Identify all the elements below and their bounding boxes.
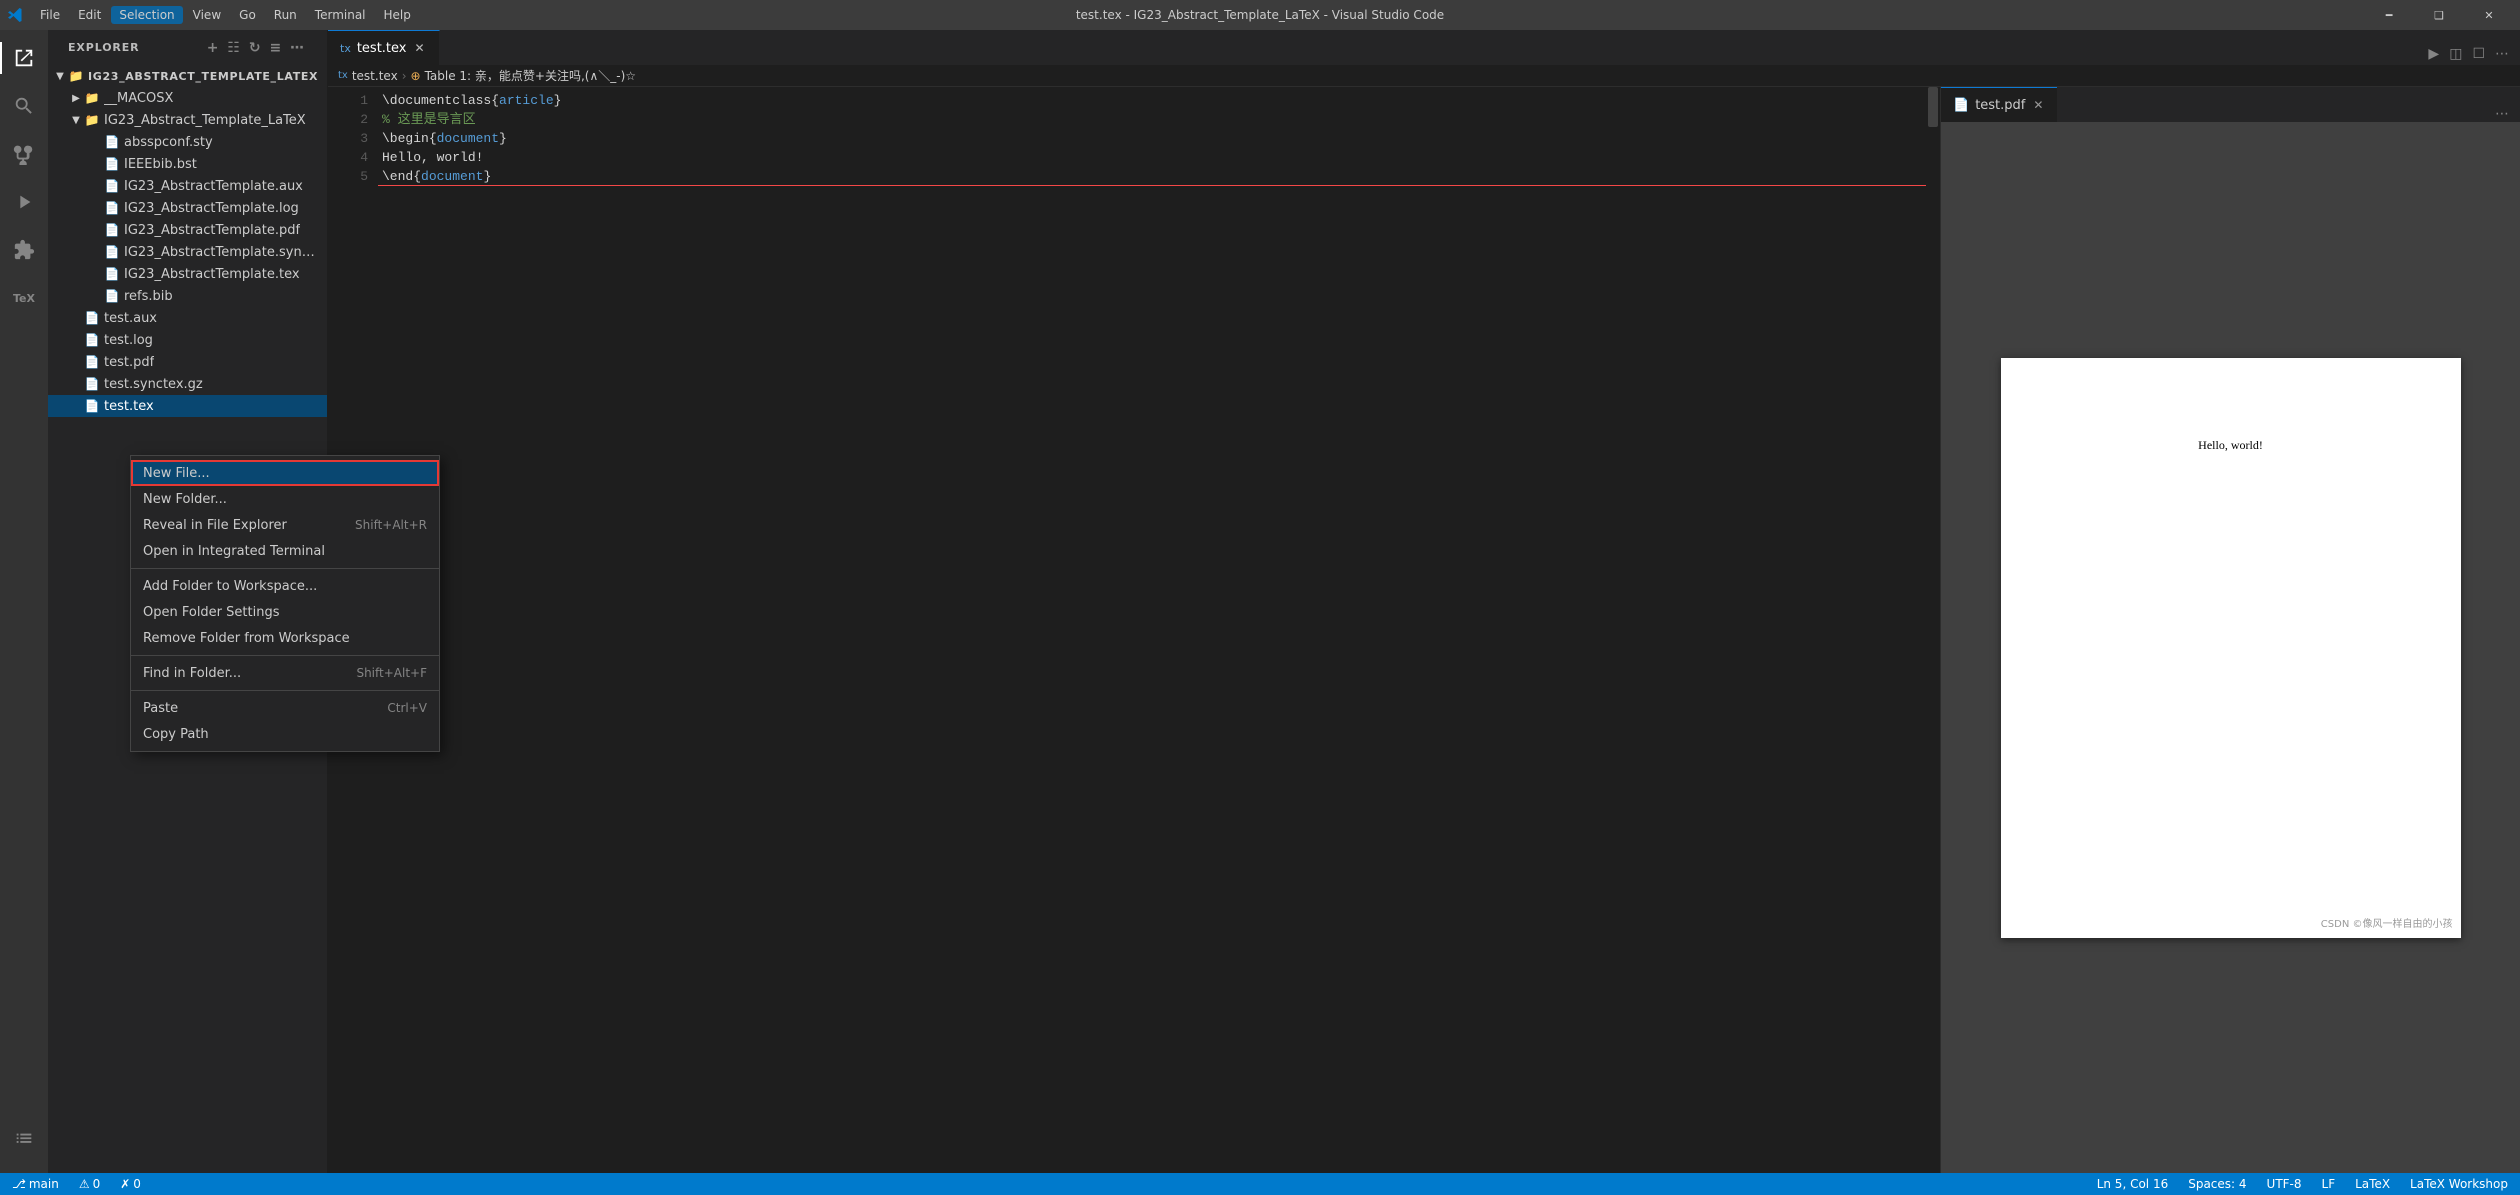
context-item-remove-folder[interactable]: Remove Folder from Workspace: [131, 625, 439, 651]
terminal-label: Open in Integrated Terminal: [143, 544, 325, 559]
find-folder-shortcut: Shift+Alt+F: [356, 666, 427, 680]
reveal-label: Reveal in File Explorer: [143, 518, 287, 533]
folder-settings-label: Open Folder Settings: [143, 605, 279, 620]
context-sep-2: [131, 655, 439, 656]
context-item-new-folder[interactable]: New Folder...: [131, 486, 439, 512]
context-menu: New File... New Folder... Reveal in File…: [130, 455, 440, 752]
reveal-shortcut: Shift+Alt+R: [355, 518, 427, 532]
context-item-copy-path[interactable]: Copy Path: [131, 721, 439, 747]
new-folder-label: New Folder...: [143, 492, 227, 507]
context-sep-1: [131, 568, 439, 569]
context-item-folder-settings[interactable]: Open Folder Settings: [131, 599, 439, 625]
context-item-terminal[interactable]: Open in Integrated Terminal: [131, 538, 439, 564]
paste-label: Paste: [143, 701, 178, 716]
add-folder-label: Add Folder to Workspace...: [143, 579, 317, 594]
new-file-label: New File...: [143, 466, 210, 481]
paste-shortcut: Ctrl+V: [387, 701, 427, 715]
context-item-new-file[interactable]: New File...: [131, 460, 439, 486]
context-menu-overlay: New File... New Folder... Reveal in File…: [0, 0, 2520, 1195]
context-item-find-folder[interactable]: Find in Folder... Shift+Alt+F: [131, 660, 439, 686]
context-item-reveal[interactable]: Reveal in File Explorer Shift+Alt+R: [131, 512, 439, 538]
copy-path-label: Copy Path: [143, 727, 209, 742]
remove-folder-label: Remove Folder from Workspace: [143, 631, 350, 646]
context-item-paste[interactable]: Paste Ctrl+V: [131, 695, 439, 721]
context-sep-3: [131, 690, 439, 691]
context-item-add-folder[interactable]: Add Folder to Workspace...: [131, 573, 439, 599]
find-folder-label: Find in Folder...: [143, 666, 241, 681]
